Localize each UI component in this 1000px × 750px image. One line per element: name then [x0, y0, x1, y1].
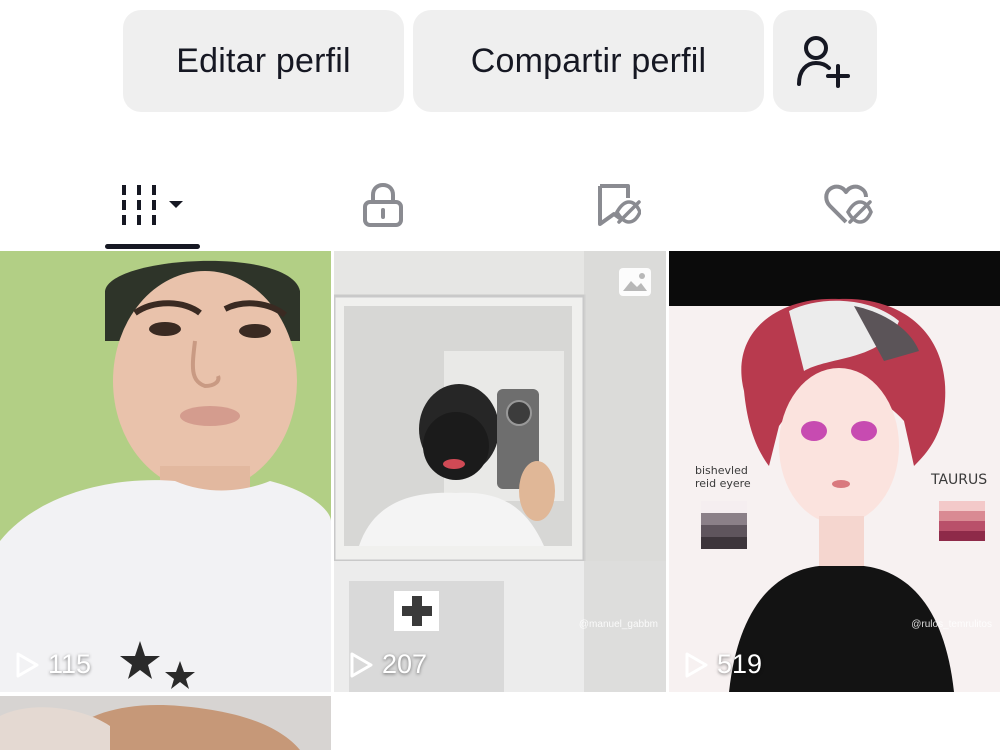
video-thumbnail[interactable] — [0, 696, 331, 750]
active-tab-indicator — [105, 244, 200, 249]
video-thumbnail[interactable]: bishevled reid eyere TAURUS @rulos_temru… — [669, 251, 1000, 692]
art-caption-right: TAURUS — [931, 472, 988, 488]
heart-hidden-icon — [824, 184, 873, 224]
view-count: 519 — [683, 649, 762, 680]
chevron-down-icon — [168, 201, 183, 208]
video-watermark: @manuel_gabbm — [578, 619, 658, 630]
view-count: 207 — [348, 649, 427, 680]
play-icon — [350, 652, 373, 677]
play-icon — [16, 652, 39, 677]
view-count-value: 519 — [717, 649, 763, 679]
view-count-value: 207 — [382, 649, 428, 679]
tab-private[interactable] — [340, 170, 426, 240]
play-icon — [685, 652, 708, 677]
grid-icon — [121, 185, 156, 225]
share-profile-label: Compartir perfil — [470, 41, 707, 80]
video-thumbnail-image — [0, 251, 331, 692]
art-caption-left: bishevled reid eyere — [695, 464, 751, 490]
video-thumbnail[interactable]: 115 — [0, 251, 331, 692]
bookmark-hidden-icon — [598, 184, 641, 226]
tab-liked[interactable] — [805, 170, 891, 240]
video-watermark: @rulos_temrulitos — [911, 619, 992, 630]
add-friend-button[interactable] — [773, 10, 877, 112]
edit-profile-label: Editar perfil — [176, 41, 351, 80]
view-count: 115 — [14, 649, 91, 680]
edit-profile-button[interactable]: Editar perfil — [123, 10, 404, 112]
video-thumbnail-image — [0, 696, 331, 750]
person-add-icon — [797, 36, 850, 88]
view-count-value: 115 — [48, 649, 92, 679]
lock-icon — [363, 182, 403, 227]
tab-videos[interactable] — [105, 170, 200, 240]
share-profile-button[interactable]: Compartir perfil — [413, 10, 764, 112]
photo-badge-icon — [619, 268, 651, 296]
tab-favorites[interactable] — [575, 170, 661, 240]
video-thumbnail[interactable]: @manuel_gabbm 207 — [334, 251, 666, 692]
